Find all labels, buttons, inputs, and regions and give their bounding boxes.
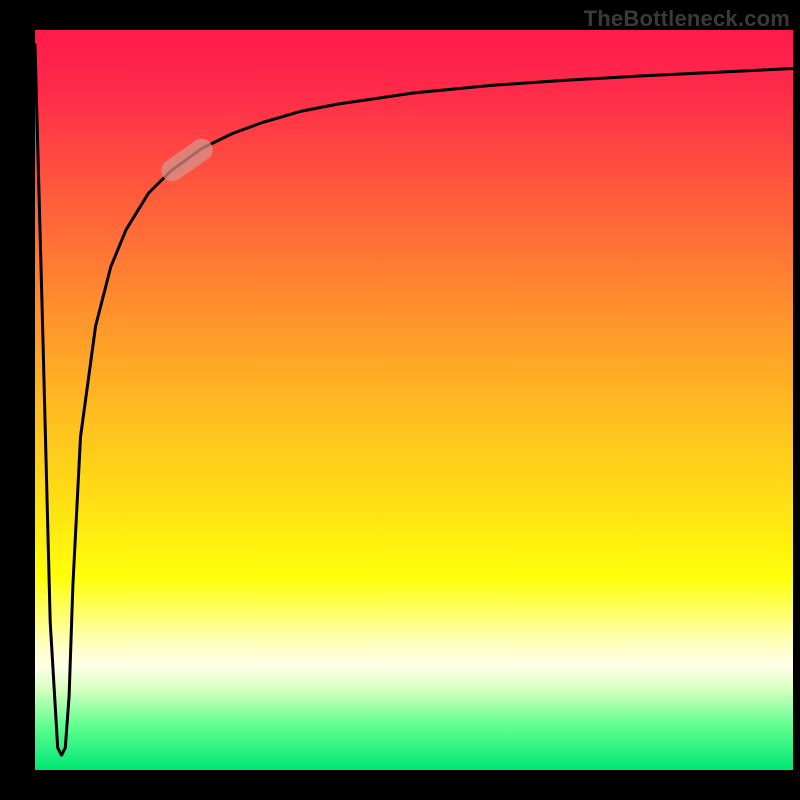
chart-stage: TheBottleneck.com (0, 0, 800, 800)
watermark-text: TheBottleneck.com (584, 6, 790, 32)
plot-area (35, 30, 793, 770)
